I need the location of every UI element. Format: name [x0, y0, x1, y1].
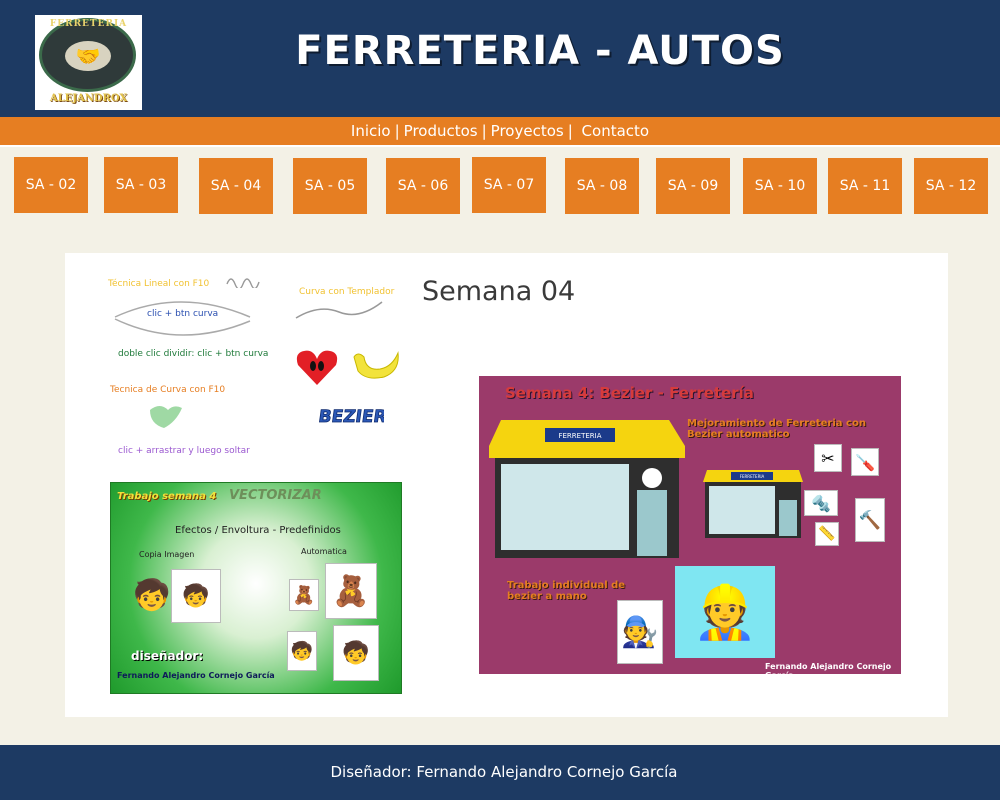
bezier-work-title: Semana 4: Bezier - Ferretería	[505, 384, 754, 402]
nav-link-inicio[interactable]: Inicio	[351, 122, 391, 140]
week-button-sa-04[interactable]: SA - 04	[199, 158, 273, 214]
hammer-icon: 🔨	[855, 498, 885, 542]
week-button-sa-09[interactable]: SA - 09	[656, 158, 730, 214]
week-button-sa-07[interactable]: SA - 07	[472, 157, 546, 213]
nav-separator: |	[481, 122, 487, 140]
week-button-sa-08[interactable]: SA - 08	[565, 158, 639, 214]
drag-hint-text: clic + arrastrar y luego soltar	[118, 446, 250, 456]
squiggle-shape	[226, 278, 260, 288]
vectorize-title: VECTORIZAR	[229, 488, 322, 503]
designer-name: Fernando Alejandro Cornejo García	[117, 671, 275, 680]
site-header: FERRETERIA 🤝 ALEJANDROX FERRETERIA - AUT…	[0, 0, 1000, 117]
designer-label: diseñador:	[131, 649, 204, 663]
copy-image-label: Copia Imagen	[139, 550, 195, 559]
bear-small-thumbnail: 🧸	[289, 579, 319, 611]
individual-work-text: Trabajo individual de bezier a mano	[507, 580, 626, 602]
logo-bottom-text: ALEJANDROX	[49, 93, 128, 104]
drill-icon: 🔩	[804, 490, 838, 516]
site-footer: Diseñador: Fernando Alejandro Cornejo Ga…	[0, 745, 1000, 800]
nav-separator: |	[394, 122, 400, 140]
mini-store-sign-text: FERRETERIA	[740, 474, 765, 479]
bezier-word-art: BEZIER	[318, 407, 384, 428]
week-button-sa-10[interactable]: SA - 10	[743, 158, 817, 214]
character-figure: 🧒	[133, 577, 171, 613]
effects-subtitle: Efectos / Envoltura - Predefinidos	[175, 525, 341, 536]
week-button-sa-03[interactable]: SA - 03	[104, 157, 178, 213]
bear-large-thumbnail: 🧸	[325, 563, 377, 619]
automatic-label: Automatica	[301, 547, 347, 556]
character-large-thumbnail: 🧒	[333, 625, 379, 681]
worker-figure-thumbnail: 🧑‍🔧	[617, 600, 663, 664]
character-copy-thumbnail: 🧒	[171, 569, 221, 623]
screwdriver-icon: 🪛	[851, 448, 879, 476]
nav-separator: |	[567, 122, 573, 140]
template-curve-label: Curva con Templador	[299, 287, 395, 297]
improvement-text: Mejoramiento de Ferreteria con Bezier au…	[687, 418, 866, 440]
author-credit: Fernando Alejandro Cornejo García	[765, 662, 892, 680]
nav-link-contacto[interactable]: Contacto	[582, 122, 650, 140]
week-button-sa-02[interactable]: SA - 02	[14, 157, 88, 213]
main-nav: Inicio | Productos | Proyectos | Contacto	[0, 117, 1000, 147]
mini-store-illustration: FERRETERIA	[703, 470, 803, 538]
store-sign-text: FERRETERIA	[558, 432, 601, 440]
site-title: FERRETERIA - AUTOS	[295, 28, 785, 74]
linear-hint-text: clic + btn curva	[147, 309, 219, 319]
split-hint-text: doble clic dividir: clic + btn curva	[118, 349, 269, 359]
leaf-shape	[150, 406, 182, 428]
nav-link-proyectos[interactable]: Proyectos	[491, 122, 564, 140]
week-button-sa-06[interactable]: SA - 06	[386, 158, 460, 214]
bezier-work-image: Semana 4: Bezier - Ferretería FERRETERIA…	[479, 376, 901, 680]
curve-technique-label: Tecnica de Curva con F10	[110, 385, 226, 395]
bird-shape	[353, 351, 399, 379]
tape-measure-icon: 📏	[815, 522, 839, 546]
linear-curve-shape	[114, 301, 251, 336]
nav-link-productos[interactable]: Productos	[404, 122, 478, 140]
linear-technique-label: Técnica Lineal con F10	[108, 279, 210, 289]
nav-links: Inicio | Productos | Proyectos | Contacto	[0, 122, 1000, 140]
week-button-sa-12[interactable]: SA - 12	[914, 158, 988, 214]
pliers-icon: ✂	[814, 444, 842, 472]
work-title: Trabajo semana 4	[117, 491, 217, 502]
heart-shape	[296, 350, 338, 385]
character-small-thumbnail: 🧒	[287, 631, 317, 671]
week-button-sa-05[interactable]: SA - 05	[293, 158, 367, 214]
bezier-word-text: BEZIER	[318, 407, 384, 427]
hardware-store-illustration: FERRETERIA	[489, 420, 685, 558]
mechanic-illustration: 👷	[675, 566, 775, 658]
footer-credit: Diseñador: Fernando Alejandro Cornejo Ga…	[330, 763, 678, 781]
week-button-sa-11[interactable]: SA - 11	[828, 158, 902, 214]
template-curve-shape	[295, 301, 383, 319]
vectorize-work-image: Trabajo semana 4 VECTORIZAR Efectos / En…	[110, 482, 402, 694]
page-title: Semana 04	[422, 276, 576, 307]
